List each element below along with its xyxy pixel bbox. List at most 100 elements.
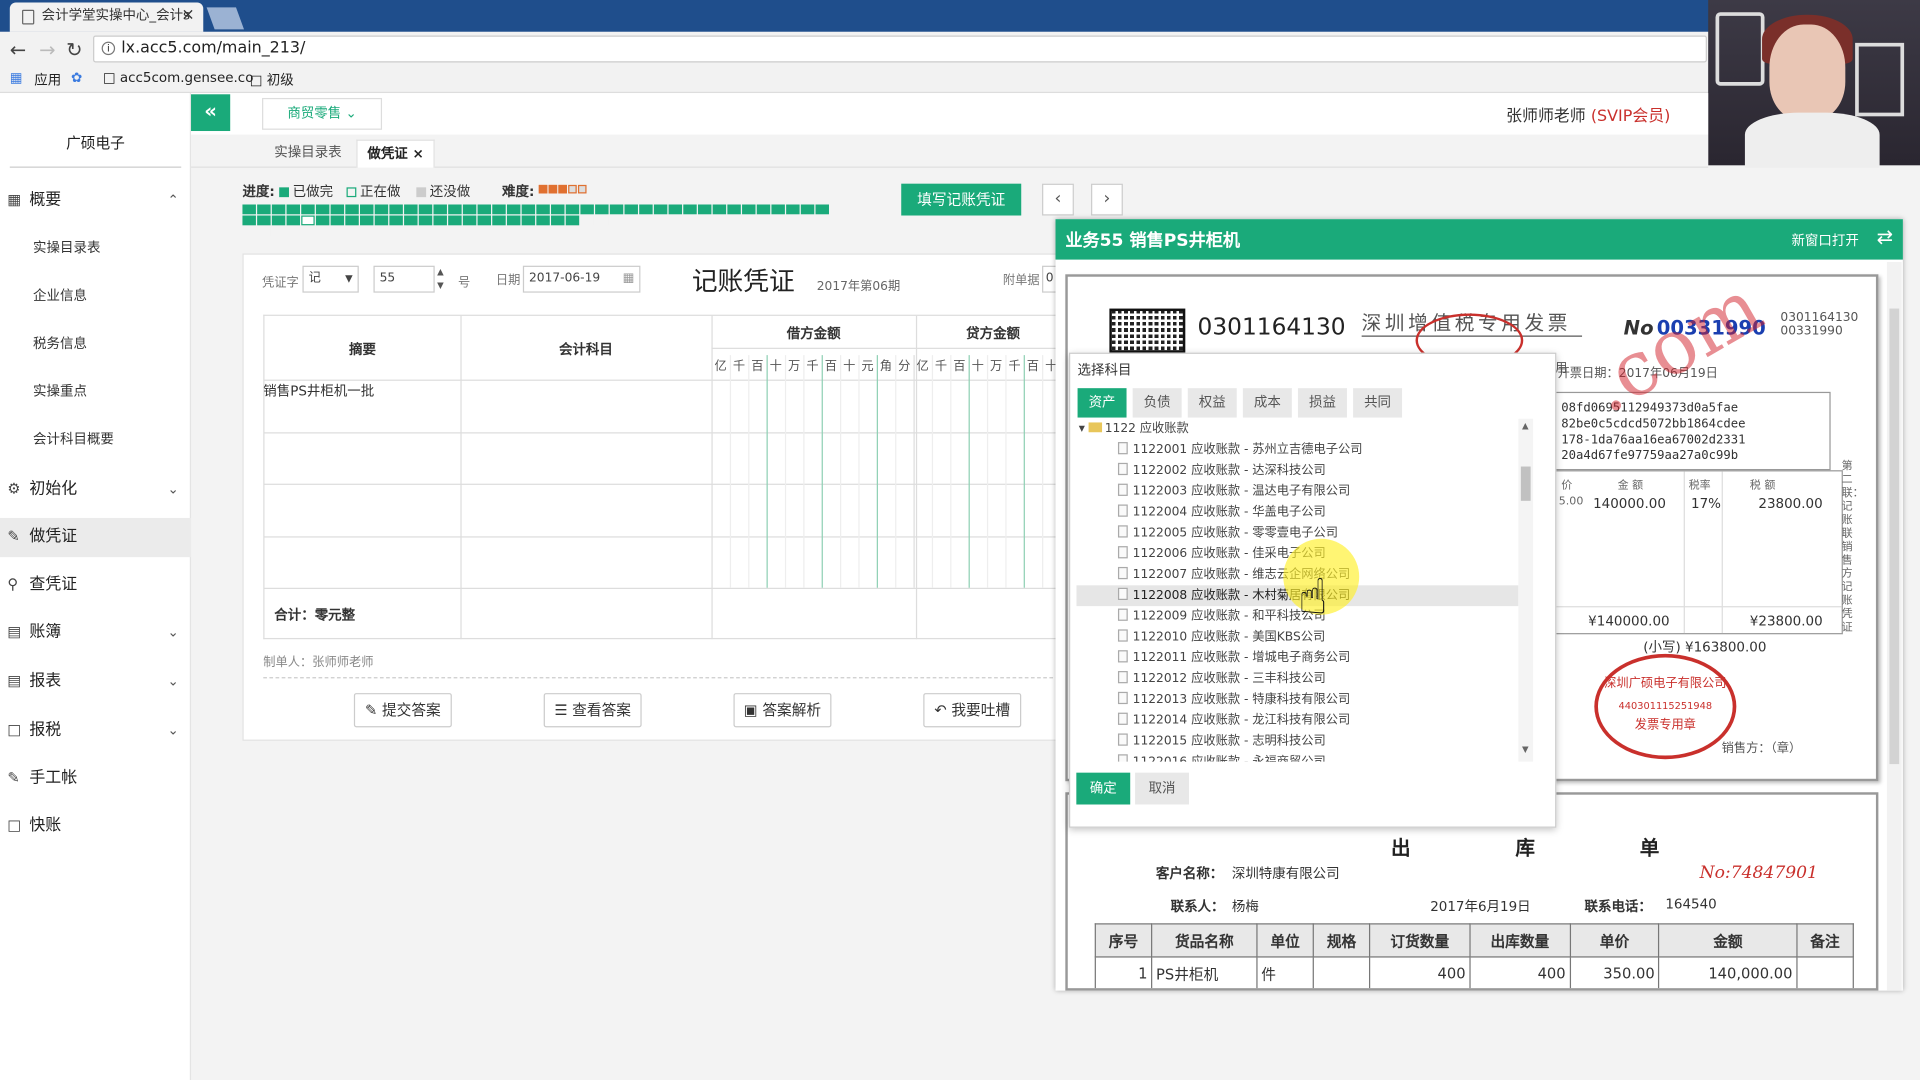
bookmark-chuji[interactable]: □ 初级 [250,70,294,90]
collapse-sidebar-button[interactable]: « [191,94,231,132]
submenu-catalog[interactable]: 实操目录表 [0,231,191,265]
progress-cell[interactable] [639,204,653,215]
progress-cell[interactable] [712,215,727,226]
progress-cell[interactable] [242,215,256,226]
menu-query-voucher[interactable]: ⚲ 查凭证 [0,566,191,605]
next-button[interactable]: › [1091,183,1123,216]
progress-cell[interactable] [389,215,403,226]
progress-cell[interactable] [800,215,815,226]
submenu-key-points[interactable]: 实操重点 [0,375,191,409]
progress-cell[interactable] [742,215,756,226]
progress-cell[interactable] [609,204,624,215]
submenu-company-info[interactable]: 企业信息 [0,279,191,313]
progress-cell[interactable] [521,204,536,215]
tree-item[interactable]: 1122005 应收账款 - 零零壹电子公司 [1076,523,1518,544]
progress-cell[interactable] [315,215,330,226]
tree-item[interactable]: 1122016 应收账款 - 永福商贸公司 [1076,752,1518,762]
progress-cell[interactable] [800,204,815,215]
scroll-up-icon[interactable]: ▲ [1522,421,1529,431]
number-stepper[interactable]: ▲ ▼ [437,266,444,293]
tab-catalog[interactable]: 实操目录表 [264,140,351,168]
progress-cell[interactable] [404,204,418,215]
tab-cost[interactable]: 成本 [1242,388,1292,418]
tab-equity[interactable]: 权益 [1187,388,1237,418]
prev-button[interactable]: ‹ [1042,183,1074,216]
progress-cell[interactable] [536,215,550,226]
progress-cell[interactable] [683,215,697,226]
progress-cell[interactable] [330,215,345,226]
menu-ledger[interactable]: ▤ 账簿 ⌄ [0,613,191,652]
progress-cell[interactable] [374,215,389,226]
progress-cell[interactable] [653,215,668,226]
tab-make-voucher[interactable]: 做凭证 × [356,139,435,168]
tree-item[interactable]: 1122011 应收账款 - 增城电子商务公司 [1076,648,1518,669]
progress-cell[interactable] [595,215,609,226]
tree-item[interactable]: 1122001 应收账款 - 苏州立吉德电子公司 [1076,440,1518,461]
progress-cell[interactable] [433,215,447,226]
tree-parent-node[interactable]: ▾ 1122 应收账款 [1076,419,1518,440]
progress-cell[interactable] [404,215,418,226]
submenu-account-overview[interactable]: 会计科目概要 [0,422,191,456]
menu-make-voucher[interactable]: ✎ 做凭证 [0,517,192,558]
fill-voucher-button[interactable]: 填写记账凭证 [901,183,1022,216]
expand-caret-icon[interactable]: ▾ [1079,422,1089,435]
progress-cell[interactable] [536,204,550,215]
menu-quick[interactable]: □ 快账 [0,807,191,846]
menu-manual[interactable]: ✎ 手工帐 [0,759,191,798]
panel-scroll-thumb[interactable] [1889,308,1900,765]
progress-cell[interactable] [551,215,565,226]
apps-grid-icon[interactable]: ▦ [10,70,23,86]
progress-cell[interactable] [521,215,536,226]
progress-cell[interactable] [448,204,462,215]
progress-cell[interactable] [360,215,374,226]
bookmark-gensee[interactable]: □ acc5com.gensee.co [103,70,254,86]
progress-cell[interactable] [506,204,521,215]
menu-init[interactable]: ⚙ 初始化 ⌄ [0,470,191,509]
progress-cell[interactable] [257,215,271,226]
progress-cell[interactable] [742,204,756,215]
progress-cell[interactable] [242,204,256,215]
progress-cell[interactable] [492,204,506,215]
progress-cell[interactable] [668,204,683,215]
progress-cell[interactable] [492,215,506,226]
progress-cell[interactable] [242,226,256,237]
forward-arrow-icon[interactable]: → [39,38,55,61]
close-tab-icon[interactable]: × [181,2,194,29]
progress-cell[interactable] [271,226,286,237]
menu-overview[interactable]: ▦ 概要 ⌃ [0,181,191,220]
tab-common[interactable]: 共同 [1353,388,1403,418]
progress-cell[interactable] [771,215,785,226]
progress-cell[interactable] [301,215,315,226]
progress-cell[interactable] [580,215,594,226]
progress-cell[interactable] [668,215,683,226]
reload-icon[interactable]: ↻ [66,38,82,61]
answer-analysis-button[interactable]: ▣ 答案解析 [733,693,832,728]
progress-cell[interactable] [727,204,741,215]
tree-item[interactable]: 1122002 应收账款 - 达深科技公司 [1076,460,1518,481]
swap-icon[interactable]: ⇄ [1877,225,1893,248]
progress-cell[interactable] [257,204,271,215]
open-new-window-link[interactable]: 新窗口打开 [1791,230,1858,250]
progress-cell[interactable] [580,204,594,215]
progress-cell[interactable] [330,204,345,215]
url-input[interactable]: i lx.acc5.com/main_213/ [93,35,1707,63]
progress-cell[interactable] [815,215,829,226]
progress-cell[interactable] [389,204,403,215]
browser-tab[interactable]: 会计学堂实操中心_会计s × [9,2,204,32]
menu-reports[interactable]: ▤ 报表 ⌄ [0,662,191,701]
progress-cell[interactable] [418,215,433,226]
feedback-button[interactable]: ↶ 我要吐槽 [923,693,1022,728]
progress-cell[interactable] [433,204,447,215]
progress-cell[interactable] [771,204,785,215]
progress-cell[interactable] [257,226,271,237]
progress-cell[interactable] [609,215,624,226]
progress-cell[interactable] [477,215,492,226]
scroll-down-icon[interactable]: ▼ [1522,744,1529,754]
business-type-dropdown[interactable]: 商贸零售 ⌄ [262,97,383,130]
tree-item[interactable]: 1122010 应收账款 - 美国KBS公司 [1076,627,1518,648]
progress-cell[interactable] [286,204,301,215]
progress-cell[interactable] [712,204,727,215]
progress-cell[interactable] [360,204,374,215]
bookmark-apps[interactable]: 应用 [34,70,61,90]
tab-profit-loss[interactable]: 损益 [1297,388,1347,418]
